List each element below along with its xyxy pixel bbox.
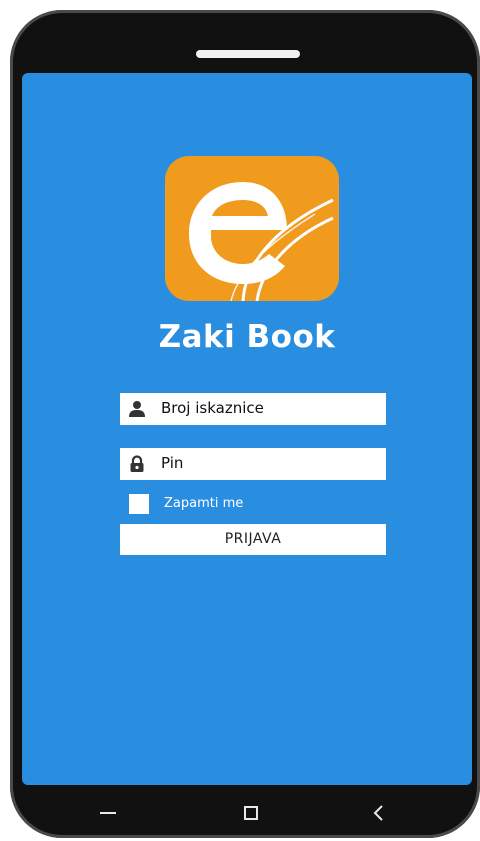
logo-e-icon bbox=[189, 182, 334, 301]
username-field[interactable]: Broj iskaznice bbox=[120, 393, 386, 425]
chevron-left-icon[interactable] bbox=[364, 798, 394, 828]
user-icon bbox=[129, 401, 145, 417]
speaker-slot bbox=[196, 50, 300, 58]
menu-icon[interactable] bbox=[93, 798, 123, 828]
login-button[interactable]: PRIJAVA bbox=[120, 524, 386, 555]
pin-field[interactable]: Pin bbox=[120, 448, 386, 480]
remember-checkbox[interactable] bbox=[129, 494, 149, 514]
remember-label: Zapamti me bbox=[164, 496, 244, 511]
app-title: Zaki Book bbox=[158, 319, 336, 355]
android-nav-bar bbox=[10, 788, 480, 838]
username-label: Broj iskaznice bbox=[161, 399, 264, 417]
pin-label: Pin bbox=[161, 454, 184, 472]
app-logo bbox=[165, 156, 339, 301]
app-screen: Zaki Book Broj iskaznice Pin Zapamti me … bbox=[22, 73, 472, 785]
lock-icon bbox=[130, 455, 144, 472]
square-home-icon[interactable] bbox=[236, 798, 266, 828]
phone-frame: Zaki Book Broj iskaznice Pin Zapamti me … bbox=[10, 10, 480, 838]
